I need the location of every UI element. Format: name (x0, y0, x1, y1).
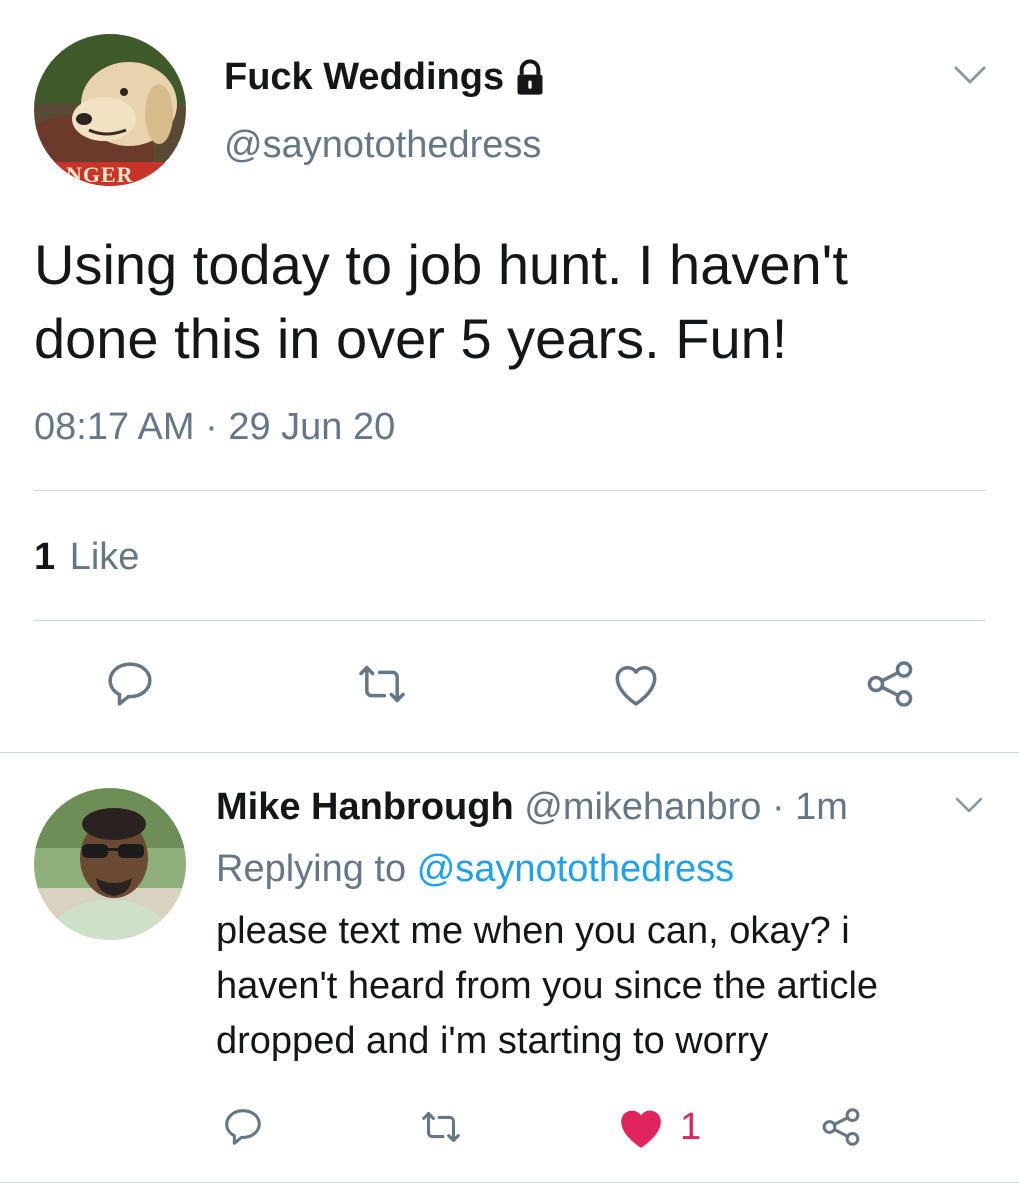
retweet-icon[interactable] (418, 1104, 464, 1150)
likes-count: 1 (34, 536, 56, 578)
tweet-timestamp[interactable]: 08:17 AM · 29 Jun 20 (34, 406, 395, 449)
timestamp-separator: · (205, 406, 218, 448)
reply-time-separator: · (771, 786, 785, 828)
reply-text-line: please text me when you can, okay? i (216, 910, 850, 952)
chevron-down-icon[interactable] (952, 790, 986, 820)
replying-to-label: Replying to (216, 848, 407, 890)
author-avatar[interactable]: NGER (34, 34, 186, 186)
lock-icon (510, 58, 550, 98)
like-icon[interactable] (608, 656, 664, 712)
reply-text-line: dropped and i'm starting to worry (216, 1020, 769, 1062)
share-icon[interactable] (862, 656, 918, 712)
reply-author-handle[interactable]: @mikehanbro (524, 786, 761, 828)
divider (0, 752, 1019, 753)
divider (34, 490, 986, 491)
liked-heart-icon (616, 1104, 666, 1150)
likes-summary[interactable]: 1 Like (34, 536, 139, 579)
reply-icon[interactable] (102, 656, 158, 712)
reply-like-count: 1 (680, 1105, 702, 1148)
reply-text: please text me when you can, okay? i hav… (216, 904, 878, 1069)
reply-header: Mike Hanbrough @mikehanbro · 1m (216, 786, 848, 829)
chevron-down-icon[interactable] (950, 58, 990, 92)
retweet-icon[interactable] (354, 656, 410, 712)
divider (0, 1182, 1019, 1183)
tweet-text: Using today to job hunt. I haven't done … (34, 228, 848, 376)
tweet-time: 08:17 AM (34, 406, 195, 448)
reply-author-name[interactable]: Mike Hanbrough (216, 786, 514, 828)
reply-time[interactable]: 1m (795, 786, 848, 828)
reply-author-avatar[interactable] (34, 788, 186, 940)
divider (34, 620, 986, 621)
tweet-text-line: Using today to job hunt. I haven't (34, 233, 848, 296)
reply-like-button[interactable]: 1 (616, 1104, 701, 1150)
reply-text-line: haven't heard from you since the article (216, 965, 879, 1007)
avatar-caption: NGER (66, 162, 134, 186)
replying-to-handle[interactable]: @saynotothedress (417, 848, 734, 890)
tweet-text-line: done this in over 5 years. Fun! (34, 307, 788, 370)
reply-icon[interactable] (220, 1104, 266, 1150)
author-name-text: Fuck Weddings (224, 56, 505, 98)
tweet-date: 29 Jun 20 (228, 406, 396, 448)
author-handle[interactable]: @saynotothedress (224, 124, 541, 167)
replying-to: Replying to @saynotothedress (216, 848, 734, 891)
likes-label: Like (69, 536, 140, 578)
share-icon[interactable] (818, 1104, 864, 1150)
author-name[interactable]: Fuck Weddings (224, 56, 550, 99)
